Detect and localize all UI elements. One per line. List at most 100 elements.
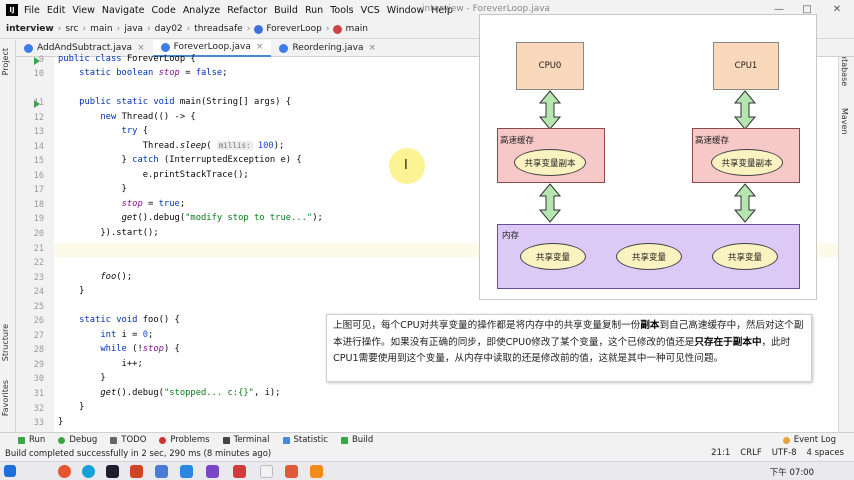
line-number: 22	[33, 258, 44, 268]
tool-window-bar: Run Debug TODO Problems Terminal Statist…	[0, 432, 854, 447]
menu-navigate[interactable]: Navigate	[102, 5, 145, 16]
cpu1-box: CPU1	[713, 42, 779, 90]
line-number: 16	[33, 171, 44, 181]
breadcrumb-src[interactable]: src	[65, 24, 78, 34]
intellij-logo-icon: IJ	[6, 4, 18, 16]
build-tool-button[interactable]: Build	[340, 435, 373, 445]
run-tool-button[interactable]: Run	[18, 435, 45, 445]
debug-tool-button[interactable]: Debug	[58, 435, 97, 445]
code-line: get().debug("modify stop to true...");	[121, 213, 323, 223]
menu-refactor[interactable]: Refactor	[227, 5, 267, 16]
line-number: 23	[33, 273, 44, 283]
status-message: Build completed successfully in 2 sec, 2…	[5, 449, 272, 459]
line-number: 21	[33, 244, 44, 254]
structure-tool-button[interactable]: Structure	[1, 324, 10, 361]
caret-position[interactable]: 21:1	[711, 448, 730, 458]
close-tab-icon[interactable]: ×	[368, 43, 376, 53]
breadcrumb-project[interactable]: interview	[6, 24, 54, 34]
close-tab-icon[interactable]: ×	[256, 42, 264, 52]
line-number: 31	[33, 389, 44, 399]
line-separator[interactable]: CRLF	[740, 448, 761, 458]
statistic-tool-button[interactable]: Statistic	[282, 435, 328, 445]
explanation-caption: 上图可见，每个CPU对共享变量的操作都是将内存中的共享变量复制一份副本到自己高速…	[326, 314, 812, 382]
typora-icon[interactable]	[260, 465, 273, 478]
run-main-icon[interactable]	[34, 100, 40, 108]
app-icon[interactable]	[285, 465, 298, 478]
code-line: i++;	[58, 359, 143, 369]
terminal-tool-button[interactable]: Terminal	[222, 435, 270, 445]
double-arrow-icon	[539, 183, 561, 223]
line-number: 14	[33, 142, 44, 152]
vscode-icon[interactable]	[180, 465, 193, 478]
code-line: } catch (InterruptedException e) {	[58, 155, 302, 165]
intellij-taskbar-icon[interactable]	[106, 465, 119, 478]
code-line: static boolean stop = false;	[58, 68, 228, 78]
close-tab-icon[interactable]: ×	[137, 43, 145, 53]
line-number: 27	[33, 331, 44, 341]
os-taskbar: 下午 07:00	[0, 461, 854, 480]
breadcrumb-threadsafe[interactable]: threadsafe	[194, 24, 242, 34]
code-line: static void foo() {	[58, 315, 180, 325]
favorites-tool-button[interactable]: Favorites	[1, 380, 10, 416]
tab-reordering[interactable]: Reordering.java ×	[271, 40, 384, 57]
menu-edit[interactable]: Edit	[47, 5, 65, 16]
menu-run[interactable]: Run	[305, 5, 323, 16]
tab-label: Reordering.java	[292, 43, 364, 53]
maven-tool-button[interactable]: Maven	[840, 108, 849, 135]
breadcrumb-day02[interactable]: day02	[155, 24, 183, 34]
double-arrow-icon	[734, 183, 756, 223]
app-icon[interactable]	[155, 465, 168, 478]
event-log-button[interactable]: Event Log	[782, 435, 836, 445]
windows-start-icon[interactable]	[4, 465, 16, 477]
tab-label: AddAndSubtract.java	[37, 43, 133, 53]
menu-tools[interactable]: Tools	[330, 5, 353, 16]
code-line: }	[58, 286, 85, 296]
shared-var-3: 共享变量	[712, 243, 778, 270]
line-number: 29	[33, 360, 44, 370]
menu-build[interactable]: Build	[274, 5, 298, 16]
taskbar-clock[interactable]: 下午 07:00	[770, 466, 814, 478]
firefox-icon[interactable]	[58, 465, 71, 478]
line-number: 32	[33, 404, 44, 414]
app-icon[interactable]	[233, 465, 246, 478]
menu-file[interactable]: File	[24, 5, 40, 16]
shared-var-2: 共享变量	[616, 243, 682, 270]
menu-view[interactable]: View	[72, 5, 95, 16]
edge-icon[interactable]	[82, 465, 95, 478]
menu-window[interactable]: Window	[387, 5, 424, 16]
code-line: try {	[58, 126, 149, 136]
line-number-gutter: 9 10 11 12 13 14 15 16 17 18 19 20 21 22…	[16, 55, 54, 432]
todo-tool-button[interactable]: TODO	[110, 435, 146, 445]
shared-var-1: 共享变量	[520, 243, 586, 270]
problems-tool-button[interactable]: Problems	[159, 435, 210, 445]
file-encoding[interactable]: UTF-8	[772, 448, 797, 458]
method-icon	[333, 24, 343, 34]
project-tool-button[interactable]: Project	[1, 48, 10, 75]
breadcrumb-java[interactable]: java	[124, 24, 143, 34]
menu-code[interactable]: Code	[151, 5, 175, 16]
breadcrumb-class[interactable]: ForeverLoop	[266, 24, 322, 34]
code-line: }	[58, 417, 64, 427]
line-number: 10	[33, 69, 44, 79]
text-cursor-icon: I	[404, 158, 408, 173]
cache1-copy: 共享变量副本	[711, 149, 783, 176]
onenote-icon[interactable]	[206, 465, 219, 478]
menu-analyze[interactable]: Analyze	[183, 5, 220, 16]
line-number: 17	[33, 185, 44, 195]
breadcrumb-main[interactable]: main	[90, 24, 113, 34]
line-number: 18	[33, 200, 44, 210]
cache0-label: 高速缓存	[500, 136, 535, 146]
breadcrumb-method[interactable]: main	[345, 24, 368, 34]
powerpoint-icon[interactable]	[130, 465, 143, 478]
code-line: stop = true;	[121, 199, 186, 209]
vlc-icon[interactable]	[310, 465, 323, 478]
line-number: 12	[33, 113, 44, 123]
code-line: new Thread(() -> {	[58, 112, 196, 122]
java-file-icon	[160, 42, 170, 52]
menu-vcs[interactable]: VCS	[361, 5, 380, 16]
indent-setting[interactable]: 4 spaces	[807, 448, 844, 458]
code-line: public class ForeverLoop {	[58, 54, 196, 64]
parameter-hint: millis:	[216, 141, 253, 150]
close-icon[interactable]: ✕	[822, 2, 852, 18]
run-class-icon[interactable]	[34, 57, 40, 65]
